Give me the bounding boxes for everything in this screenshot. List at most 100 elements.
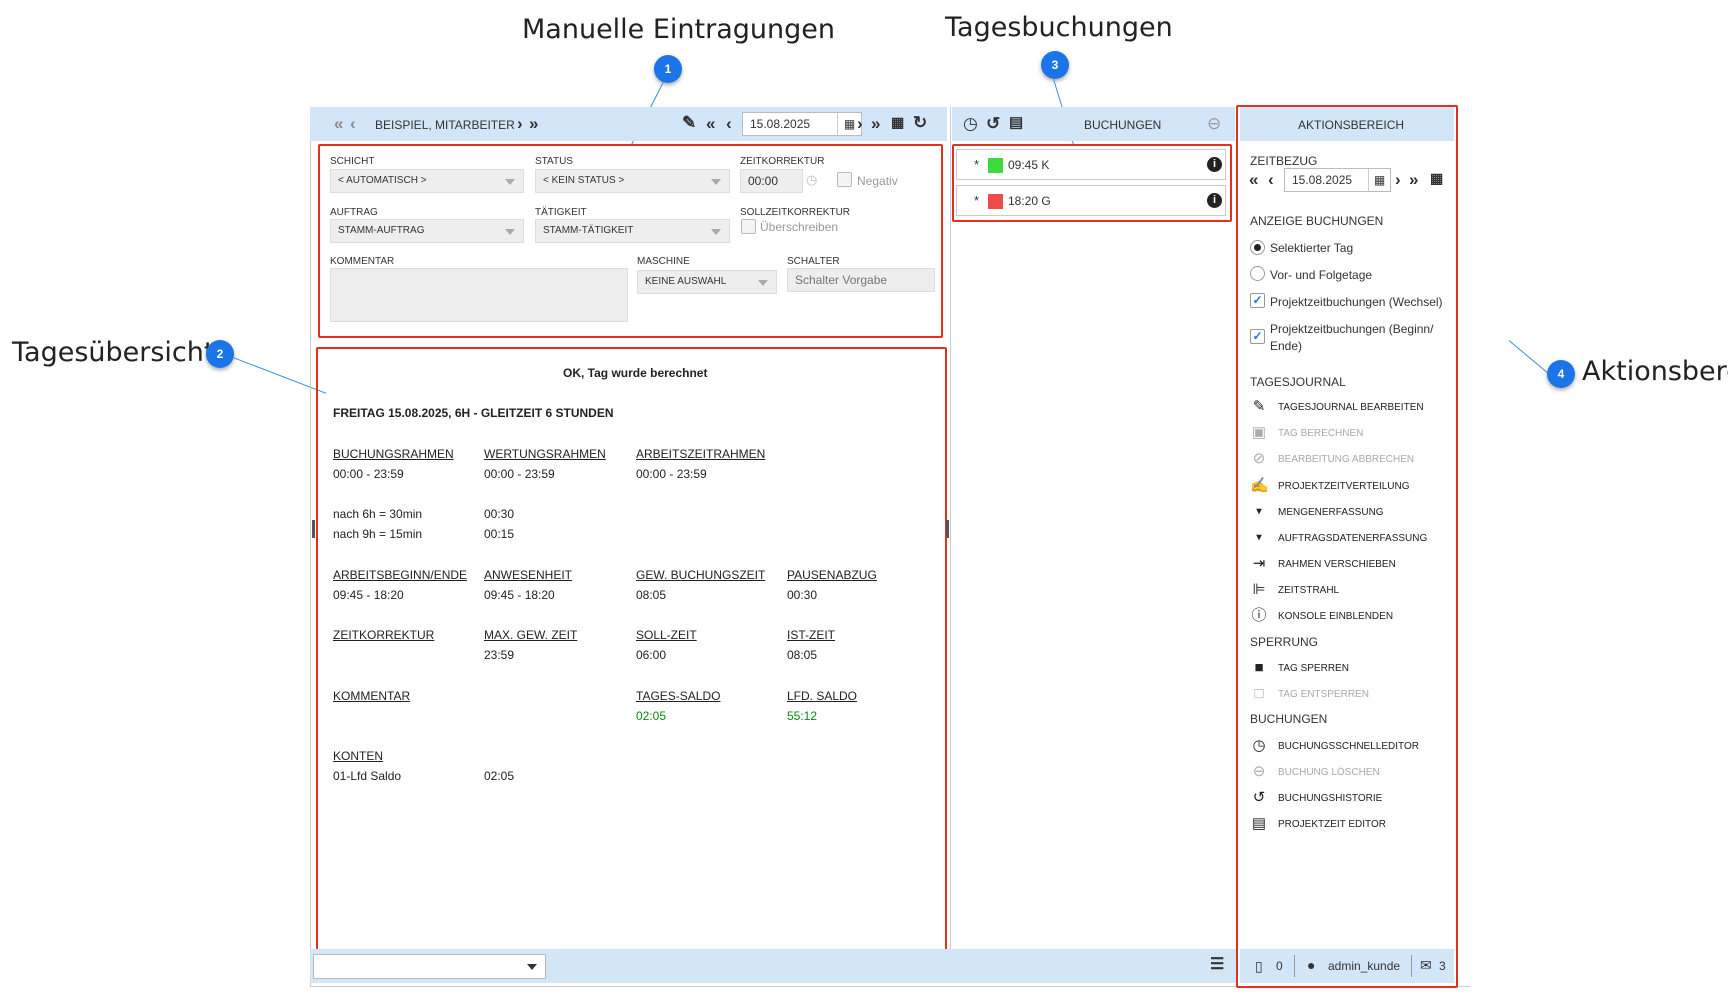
booking-frame-header: BUCHUNGSRAHMEN: [333, 447, 454, 461]
booking-color-swatch: [988, 194, 1003, 209]
break-value-2: 00:15: [484, 527, 515, 541]
booking-item[interactable]: * 09:45 K i: [956, 149, 1226, 180]
work-start-end-header: ARBEITSBEGINN/ENDE: [333, 568, 468, 582]
chevron-right-icon[interactable]: ›: [1395, 171, 1401, 188]
chevron-right-icon[interactable]: ›: [857, 115, 863, 132]
action-label: TAG BERECHNEN: [1278, 428, 1364, 439]
shift-select[interactable]: < AUTOMATISCH >: [330, 169, 524, 193]
data-icon: ▾: [1256, 506, 1262, 517]
double-chevron-left-icon[interactable]: «: [334, 115, 343, 132]
double-chevron-right-icon[interactable]: »: [1409, 171, 1418, 188]
employee-toolbar: « ‹ BEISPIEL, MITARBEITER › » ✎ « ‹ 15.0…: [310, 107, 947, 141]
bookings-action-label: BUCHUNGEN: [1250, 712, 1328, 726]
order-label: AUFTRAG: [330, 207, 378, 218]
timecorr-input[interactable]: 00:00: [740, 169, 803, 193]
splitter-handle[interactable]: [946, 520, 949, 538]
double-chevron-left-icon[interactable]: «: [1249, 171, 1258, 188]
time-ref-label: ZEITBEZUG: [1250, 154, 1318, 168]
booking-time: 18:20 G: [1008, 194, 1051, 208]
action-timeline[interactable]: ⊫ ZEITSTRAHL: [1250, 581, 1450, 601]
leader-line: [1508, 340, 1548, 373]
actions-toolbar: AKTIONSBEREICH: [1240, 107, 1454, 141]
clock-icon[interactable]: ◷: [806, 172, 817, 188]
clipboard-icon[interactable]: ▤: [1009, 115, 1023, 130]
action-edit-journal[interactable]: ✎ TAGESJOURNAL BEARBEITEN: [1250, 398, 1450, 418]
mail-icon[interactable]: ✉: [1420, 957, 1432, 974]
day-summary: FREITAG 15.08.2025, 6H - GLEITZEIT 6 STU…: [333, 406, 614, 420]
action-delete-booking[interactable]: ⊖ BUCHUNG LÖSCHEN: [1250, 763, 1450, 783]
minus-circle-icon[interactable]: ⊖: [1207, 115, 1221, 132]
chevron-right-icon[interactable]: ›: [517, 115, 523, 132]
action-date-field[interactable]: 15.08.2025 ▦: [1284, 168, 1391, 192]
comment-label: KOMMENTAR: [330, 256, 395, 267]
action-calc-day[interactable]: ▣ TAG BERECHNEN: [1250, 424, 1450, 444]
shift-value: < AUTOMATISCH >: [338, 175, 427, 186]
refresh-icon[interactable]: ↻: [913, 114, 927, 131]
clock-icon[interactable]: ◷: [963, 115, 978, 132]
activity-select[interactable]: STAMM-TÄTIGKEIT: [535, 219, 730, 243]
booking-item[interactable]: * 18:20 G i: [956, 185, 1226, 216]
negative-checkbox[interactable]: [837, 172, 852, 187]
callout-badge-3: 3: [1041, 51, 1069, 79]
break-value-1: 00:30: [484, 507, 515, 521]
machine-value: KEINE AUSWAHL: [645, 276, 727, 287]
unlock-icon: □: [1254, 685, 1264, 702]
action-order-data-entry[interactable]: ▾ AUFTRAGSDATENERFASSUNG: [1250, 529, 1450, 549]
double-chevron-right-icon[interactable]: »: [871, 115, 880, 132]
switch-input[interactable]: [787, 268, 935, 292]
action-label: TAG ENTSPERREN: [1278, 689, 1369, 700]
clock-icon: ◷: [1252, 737, 1266, 754]
user-icon[interactable]: ●: [1307, 957, 1315, 973]
pencil-icon[interactable]: ✎: [682, 114, 696, 131]
radio-prev-next-days[interactable]: [1250, 266, 1265, 281]
action-show-console[interactable]: ⓘ KONSOLE EINBLENDEN: [1250, 607, 1450, 627]
action-project-editor[interactable]: ▤ PROJEKTZEIT EDITOR: [1250, 815, 1450, 835]
valuation-frame-header: WERTUNGSRAHMEN: [484, 447, 606, 461]
list-icon[interactable]: ☰: [1210, 957, 1224, 973]
break-deduction-value: 00:30: [787, 588, 818, 602]
weighted-time-value: 08:05: [636, 588, 667, 602]
action-move-frame[interactable]: ⇥ RAHMEN VERSCHIEBEN: [1250, 555, 1450, 575]
pdf-icon[interactable]: ▯: [1255, 958, 1263, 975]
user-name[interactable]: admin_kunde: [1328, 959, 1400, 973]
comment-textarea[interactable]: [330, 268, 628, 322]
action-quantity-entry[interactable]: ▾ MENGENERFASSUNG: [1250, 503, 1450, 523]
double-chevron-left-icon[interactable]: «: [706, 115, 715, 132]
action-project-distribution[interactable]: ✍ PROJEKTZEITVERTEILUNG: [1250, 477, 1450, 497]
action-booking-history[interactable]: ↺ BUCHUNGSHISTORIE: [1250, 789, 1450, 809]
employee-name: BEISPIEL, MITARBEITER: [375, 118, 515, 132]
footer-select[interactable]: [313, 954, 546, 979]
chevron-left-icon[interactable]: ‹: [1268, 171, 1274, 188]
status-select[interactable]: < KEIN STATUS >: [535, 169, 730, 193]
action-quick-editor[interactable]: ◷ BUCHUNGSSCHNELLEDITOR: [1250, 737, 1450, 757]
action-lock-day[interactable]: ■ TAG SPERREN: [1250, 659, 1450, 679]
action-cancel-edit[interactable]: ⊘ BEARBEITUNG ABBRECHEN: [1250, 450, 1450, 470]
action-unlock-day[interactable]: □ TAG ENTSPERREN: [1250, 685, 1450, 705]
action-label: RAHMEN VERSCHIEBEN: [1278, 559, 1396, 570]
timeline-icon: ⊫: [1252, 581, 1266, 598]
date-field[interactable]: 15.08.2025 ▦: [742, 112, 862, 136]
double-chevron-right-icon[interactable]: »: [529, 115, 538, 132]
checkbox-project-change[interactable]: ✓: [1250, 293, 1265, 308]
order-select[interactable]: STAMM-AUFTRAG: [330, 219, 524, 243]
info-icon[interactable]: i: [1207, 157, 1222, 172]
calc-status: OK, Tag wurde berechnet: [563, 366, 708, 380]
minus-circle-icon: ⊖: [1252, 763, 1266, 780]
calendar-icon[interactable]: ▦: [1430, 171, 1443, 185]
info-icon[interactable]: i: [1207, 193, 1222, 208]
checkbox-project-begin-end[interactable]: ✓: [1250, 329, 1265, 344]
edit-doc-icon: ✍: [1250, 477, 1269, 494]
machine-select[interactable]: KEINE AUSWAHL: [637, 270, 777, 294]
radio-selected-day[interactable]: [1250, 240, 1265, 255]
running-balance-value: 55:12: [787, 709, 818, 723]
overwrite-checkbox[interactable]: [741, 219, 756, 234]
overwrite-label: Überschreiben: [760, 220, 839, 234]
action-label: BEARBEITUNG ABBRECHEN: [1278, 454, 1415, 465]
splitter-handle[interactable]: [312, 520, 315, 538]
actual-time-header: IST-ZEIT: [787, 628, 835, 642]
calendar-icon[interactable]: ▦: [1368, 169, 1390, 191]
calendar-icon[interactable]: ▦: [891, 115, 904, 129]
chevron-left-icon[interactable]: ‹: [726, 115, 732, 132]
history-icon[interactable]: ↺: [986, 115, 1000, 132]
chevron-left-icon[interactable]: ‹: [350, 115, 356, 132]
